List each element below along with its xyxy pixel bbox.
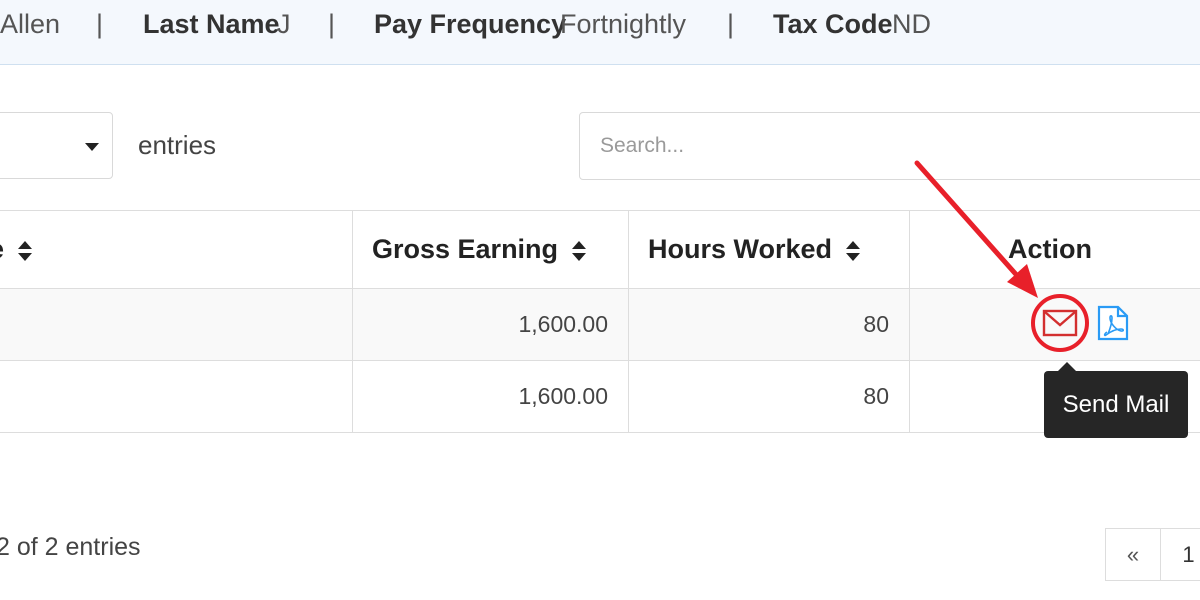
pay-frequency-value: Fortnightly xyxy=(560,9,687,39)
pagination-previous-button[interactable]: « xyxy=(1105,528,1161,581)
entries-per-page-select[interactable] xyxy=(0,112,113,179)
sort-icon xyxy=(18,240,33,262)
row-action-icons xyxy=(1029,292,1139,352)
payslip-table: e Gross Earning Hours Worked Action 1,60… xyxy=(0,210,1200,433)
column-header-name[interactable]: e xyxy=(0,210,353,289)
info-separator: | xyxy=(328,9,336,39)
tax-code-value: ND xyxy=(892,9,931,39)
sort-icon xyxy=(572,240,587,262)
table-cell xyxy=(0,288,353,361)
pagination-page-1[interactable]: 1 xyxy=(1161,528,1200,581)
first-name-value: Allen xyxy=(0,9,61,39)
tax-code-label: Tax Code xyxy=(773,9,893,39)
pagination: « 1 xyxy=(1105,528,1200,581)
last-name-value: J xyxy=(277,9,291,39)
column-header-label: Gross Earning xyxy=(372,234,559,264)
mail-icon xyxy=(1042,309,1078,337)
column-header-label: e xyxy=(0,234,4,264)
column-header-label: Hours Worked xyxy=(648,234,833,264)
table-info-text: 2 of 2 entries xyxy=(0,533,141,561)
gross-earning-cell: 1,600.00 xyxy=(352,288,629,361)
employee-info-bar: Allen | Last Name J | Pay Frequency Fort… xyxy=(0,0,1200,65)
sort-icon xyxy=(846,240,861,262)
send-mail-button[interactable] xyxy=(1031,294,1089,352)
column-header-gross-earning[interactable]: Gross Earning xyxy=(352,210,629,289)
entries-label: entries xyxy=(138,130,217,160)
column-header-action: Action xyxy=(909,210,1200,289)
hours-worked-cell: 80 xyxy=(628,288,910,361)
column-header-label: Action xyxy=(1008,234,1092,264)
column-header-hours-worked[interactable]: Hours Worked xyxy=(628,210,910,289)
table-row: 1,600.00 80 xyxy=(0,288,1200,361)
gross-earning-cell: 1,600.00 xyxy=(352,360,629,433)
pdf-icon[interactable] xyxy=(1096,305,1130,341)
pay-frequency-label: Pay Frequency xyxy=(374,9,567,39)
search-input[interactable] xyxy=(579,112,1200,180)
table-header-row: e Gross Earning Hours Worked Action xyxy=(0,210,1200,289)
table-row: 1,600.00 80 xyxy=(0,360,1200,433)
last-name-label: Last Name xyxy=(143,9,280,39)
info-separator: | xyxy=(727,9,735,39)
table-cell xyxy=(0,360,353,433)
info-separator: | xyxy=(96,9,104,39)
caret-down-icon xyxy=(85,143,99,151)
hours-worked-cell: 80 xyxy=(628,360,910,433)
send-mail-tooltip: Send Mail xyxy=(1044,362,1188,438)
